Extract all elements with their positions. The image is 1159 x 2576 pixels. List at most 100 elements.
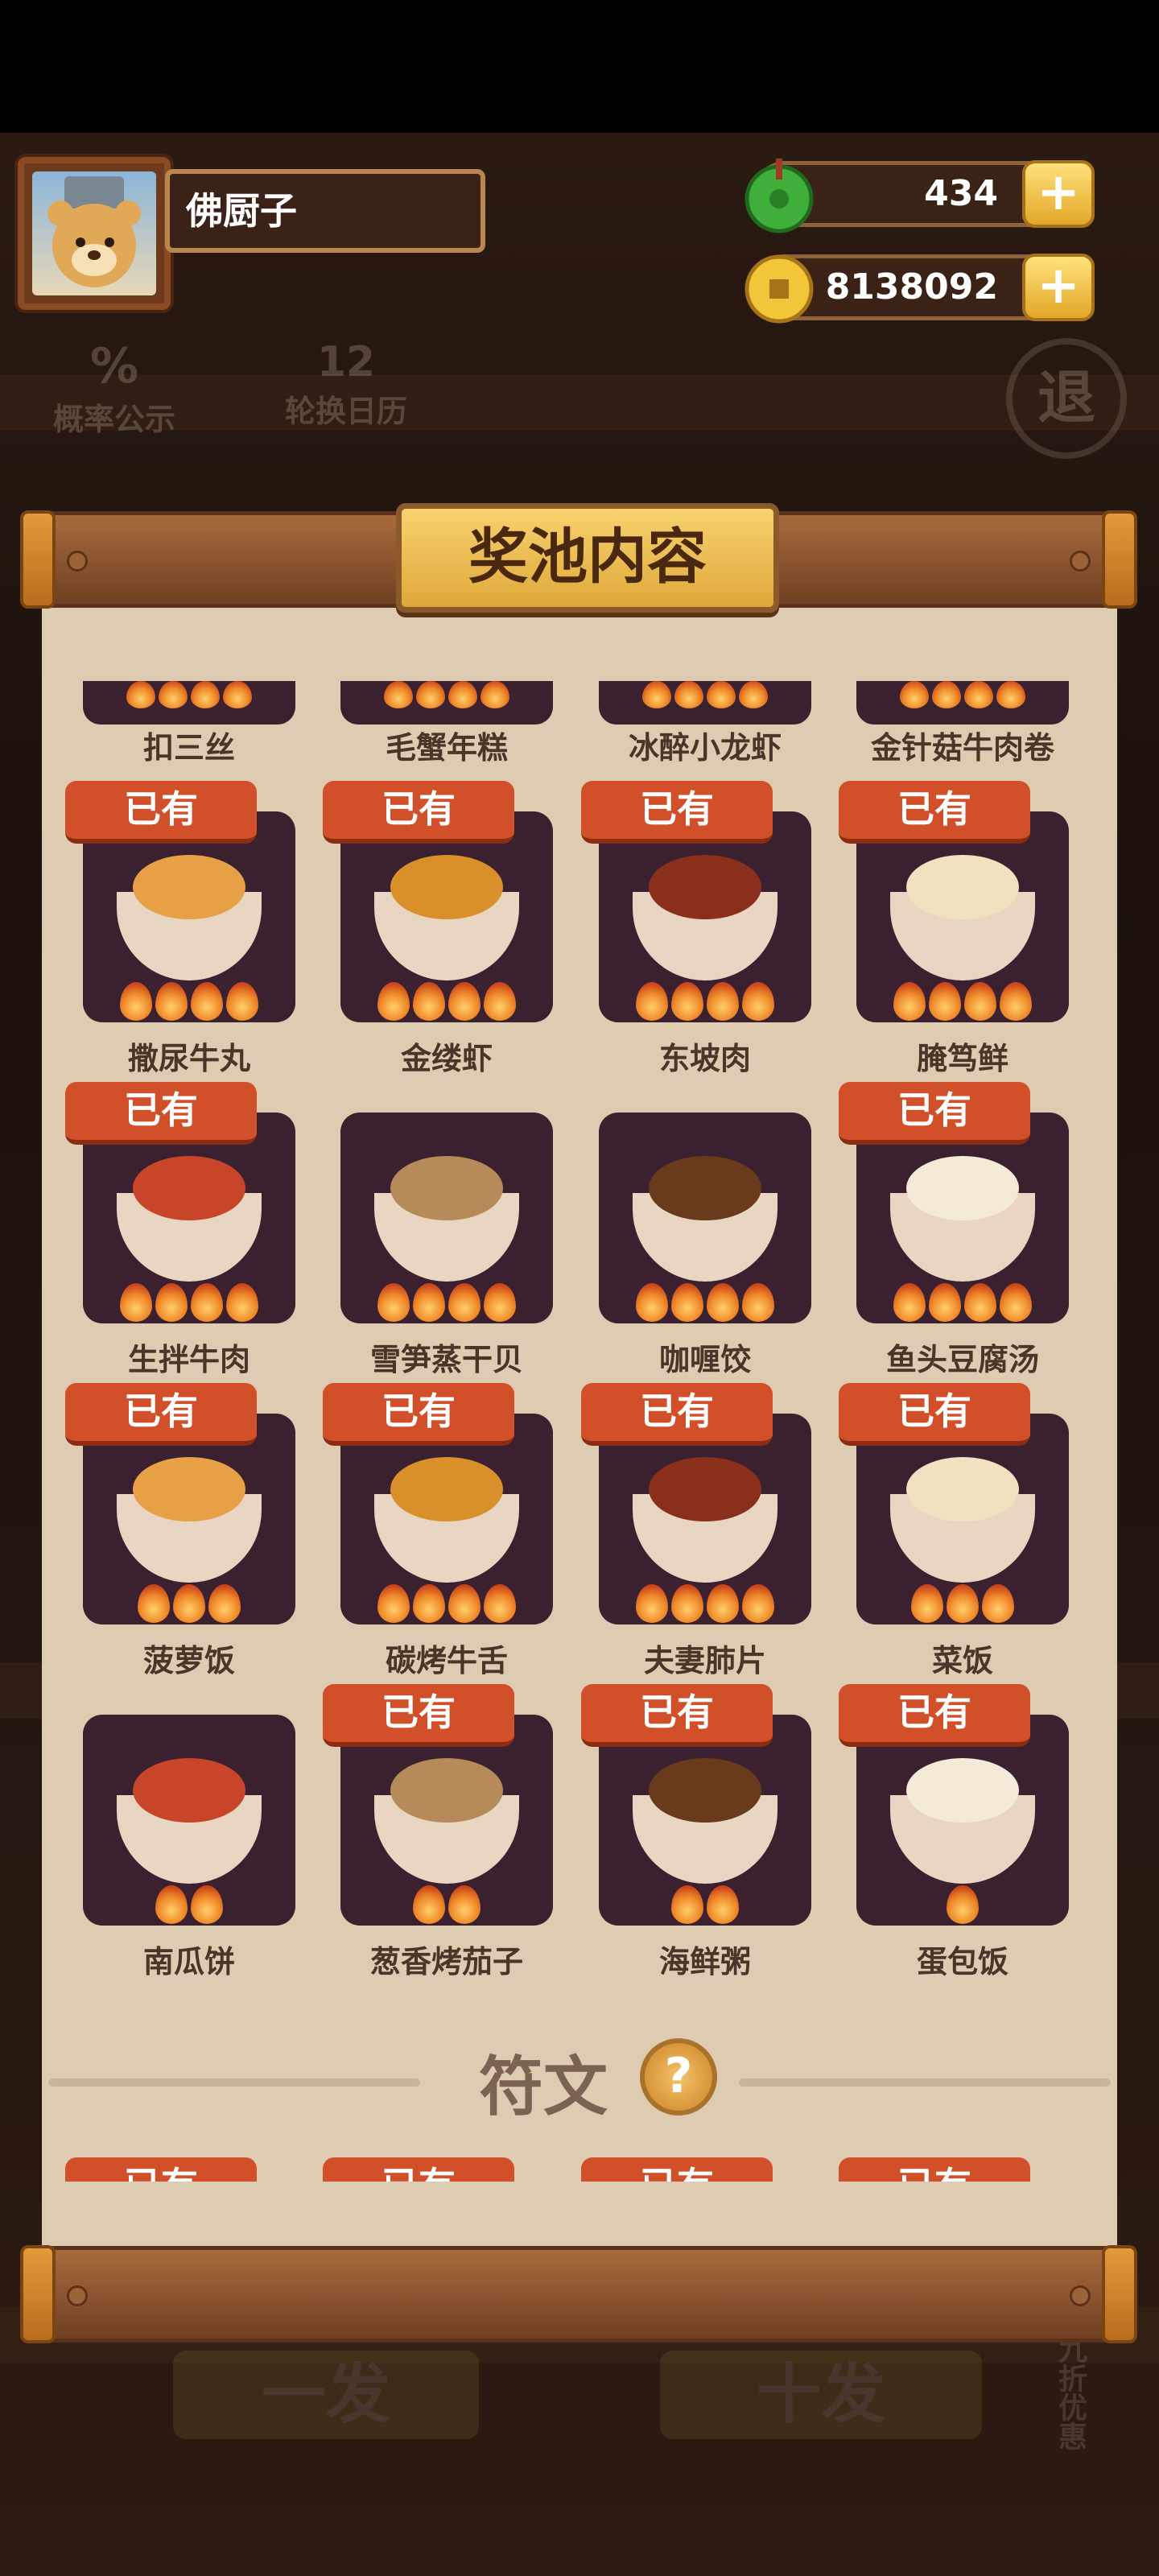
scroll-rod-bottom [20,2245,1137,2343]
flame-star-icon [481,681,509,708]
flame-star-icon [448,1584,481,1623]
rarity-stars [856,1283,1069,1325]
calendar-icon: 12 [316,338,376,386]
dish-name: 蛋包饭 [916,1944,1008,1979]
flame-star-icon [191,1885,223,1924]
discount-badge: 九折优惠 [1054,2334,1087,2450]
dish-name: 海鲜粥 [658,1944,751,1979]
flame-star-icon [642,681,671,708]
flame-star-icon [448,982,481,1021]
flame-star-icon [155,982,188,1021]
owned-badge: 已有 [581,781,773,844]
exit-button[interactable]: 退 [1006,338,1127,459]
flame-star-icon [707,1584,739,1623]
jade-currency: 434 + [744,159,1095,233]
owned-badge-label: 已有 [65,2157,257,2182]
rarity-stars [856,982,1069,1024]
add-gold-button[interactable]: + [1022,254,1095,321]
owned-badge: 已有 [581,2157,773,2182]
flame-star-icon [484,1584,516,1623]
dish-card[interactable] [599,681,811,724]
rarity-stars [83,982,295,1024]
owned-badge: 已有 [65,1082,257,1145]
dish-name: 夫妻肺片 [643,1643,766,1678]
dish-name: 腌笃鲜 [916,1041,1008,1076]
flame-star-icon [155,1283,188,1322]
flame-star-icon [742,982,774,1021]
dish-card[interactable] [340,681,553,724]
rarity-stars [83,1885,295,1927]
flame-star-icon [1000,1283,1032,1322]
owned-badge: 已有 [323,1383,514,1446]
flame-star-icon [964,681,993,708]
owned-badge: 已有 [323,781,514,844]
calendar-button[interactable]: 12 轮换日历 [266,338,427,431]
dish-card[interactable] [856,681,1069,724]
flame-star-icon [674,681,703,708]
flame-star-icon [707,1283,739,1322]
player-name: 佛厨子 [165,169,485,253]
rune-section-title: 符文 [479,2050,608,2124]
dish-card[interactable] [599,1113,811,1323]
dish-name: 东坡肉 [658,1041,751,1076]
owned-badge-label: 已有 [323,2157,514,2182]
flame-star-icon [671,982,703,1021]
help-button[interactable]: ? [640,2038,717,2116]
dish-name: 鱼头豆腐汤 [885,1342,1039,1377]
dish-bowl-icon [633,855,777,980]
flame-star-icon [947,1584,979,1623]
dish-name: 生拌牛肉 [127,1342,250,1377]
flame-star-icon [742,1584,774,1623]
flame-star-icon [1000,982,1032,1021]
dish-bowl-icon [633,1156,777,1282]
flame-star-icon [416,681,445,708]
owned-badge: 已有 [839,781,1030,844]
dish-card[interactable] [83,1715,295,1926]
flame-star-icon [964,1283,996,1322]
dish-name: 金缕虾 [400,1041,493,1076]
rarity-stars [83,1283,295,1325]
flame-star-icon [413,982,445,1021]
avatar[interactable] [18,157,171,310]
dish-card[interactable] [83,681,295,724]
flame-star-icon [448,1283,481,1322]
rarity-stars [340,982,553,1024]
gold-amount: 8138092 [825,266,998,308]
dish-bowl-icon [374,855,519,980]
add-jade-button[interactable]: + [1022,160,1095,228]
owned-badge: 已有 [65,781,257,844]
flame-star-icon [413,1283,445,1322]
dish-card[interactable] [340,1113,553,1323]
dish-bowl-icon [633,1457,777,1583]
flame-star-icon [173,1584,205,1623]
owned-badge: 已有 [65,2157,257,2182]
dish-bowl-icon [374,1758,519,1884]
probability-button[interactable]: % 概率公示 [34,338,195,439]
flame-star-icon [742,1283,774,1322]
dish-bowl-icon [890,1156,1035,1282]
flame-star-icon [191,1283,223,1322]
flame-star-icon [893,982,926,1021]
flame-star-icon [226,982,258,1021]
flame-star-icon [707,982,739,1021]
jade-amount: 434 [924,173,998,214]
rarity-stars [599,1584,811,1626]
dish-bowl-icon [633,1758,777,1884]
flame-star-icon [126,681,155,708]
flame-star-icon [947,1885,979,1924]
rarity-stars [340,1584,553,1626]
dish-name: 雪笋蒸干贝 [369,1342,523,1377]
flame-star-icon [982,1584,1014,1623]
flame-star-icon [377,1584,410,1623]
dish-name: 葱香烤茄子 [369,1944,523,1979]
rarity-stars [599,1885,811,1927]
flame-star-icon [191,982,223,1021]
flame-star-icon [484,1283,516,1322]
flame-star-icon [155,1885,188,1924]
dish-name: 碳烤牛舌 [385,1643,508,1678]
gold-currency: 8138092 + [744,254,1095,324]
flame-star-icon [900,681,929,708]
flame-star-icon [159,681,188,708]
flame-star-icon [636,1283,668,1322]
flame-star-icon [484,982,516,1021]
